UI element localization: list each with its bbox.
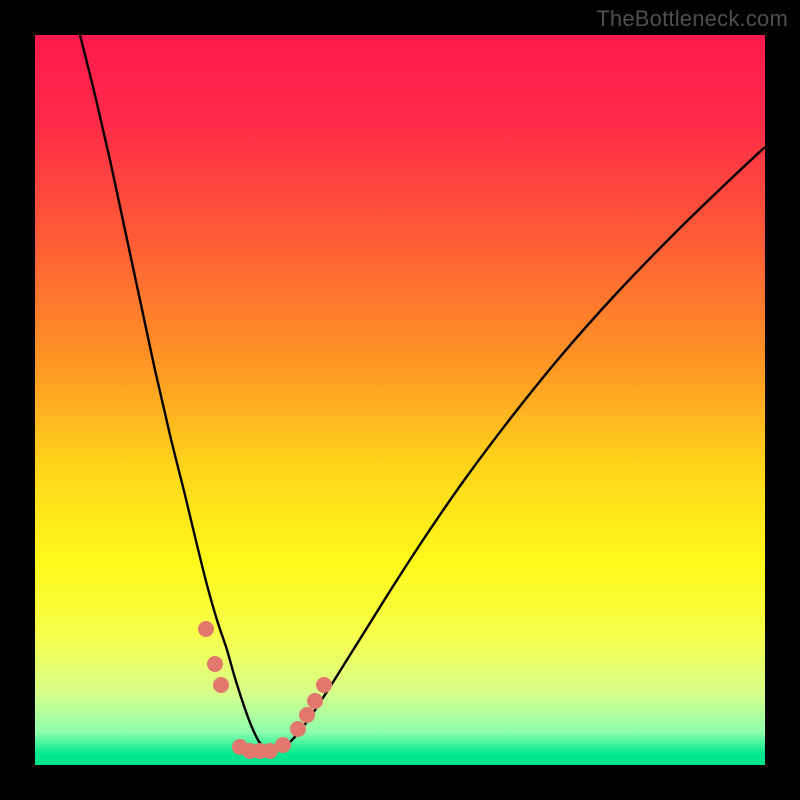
highlight-markers	[198, 621, 332, 759]
curve-marker	[207, 656, 223, 672]
bottleneck-curve	[80, 35, 765, 751]
curve-marker	[290, 721, 306, 737]
chart-svg	[35, 35, 765, 765]
curve-marker	[307, 693, 323, 709]
chart-frame: TheBottleneck.com	[0, 0, 800, 800]
plot-area	[35, 35, 765, 765]
curve-marker	[316, 677, 332, 693]
curve-marker	[275, 737, 291, 753]
curve-marker	[213, 677, 229, 693]
curve-marker	[198, 621, 214, 637]
curve-marker	[299, 707, 315, 723]
watermark-text: TheBottleneck.com	[596, 6, 788, 32]
